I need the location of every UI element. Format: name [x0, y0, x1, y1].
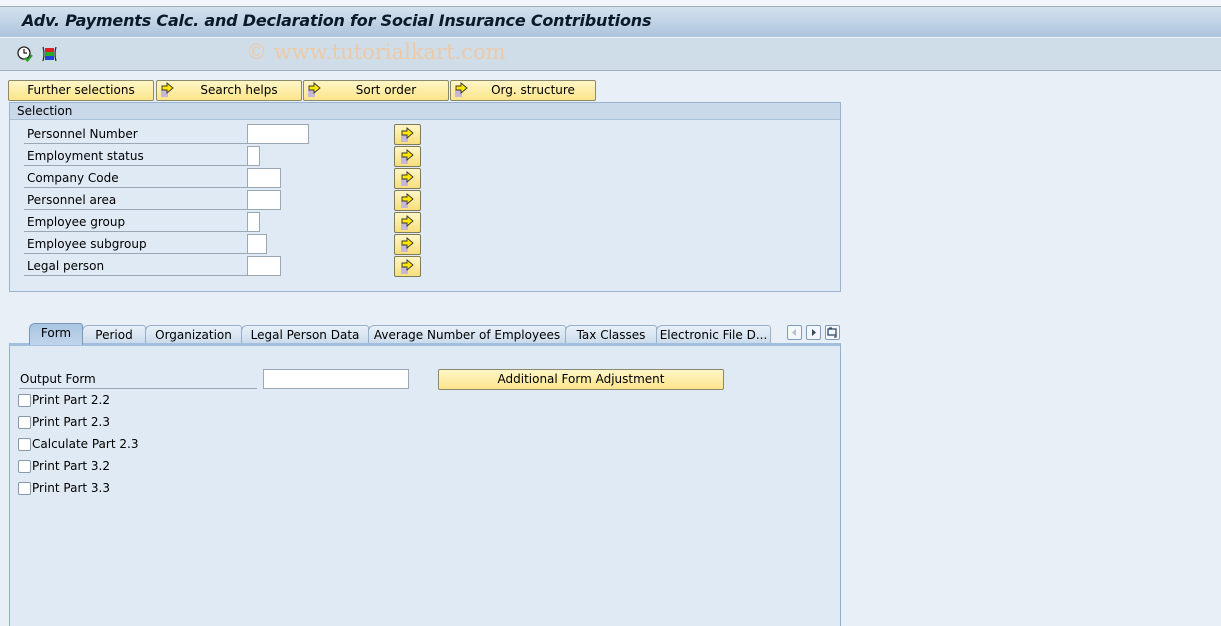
- watermark: © www.tutorialkart.com: [246, 40, 506, 64]
- employment-status-input[interactable]: [247, 146, 260, 166]
- multiple-selection-button[interactable]: [394, 256, 421, 277]
- arrow-right-icon: [161, 82, 175, 104]
- form-tab-panel: Output Form Additional Form Adjustment P…: [9, 343, 841, 626]
- personnel-number-input[interactable]: [247, 124, 309, 144]
- window-top-strip: [0, 0, 1221, 7]
- company-code-input[interactable]: [247, 168, 281, 188]
- employee-subgroup-input[interactable]: [247, 234, 267, 254]
- checkbox-label: Print Part 3.2: [32, 459, 111, 473]
- tab-legal-person-data[interactable]: Legal Person Data: [241, 325, 369, 345]
- field-row-personnel-area: Personnel area: [24, 190, 424, 211]
- multiple-selection-button[interactable]: [394, 212, 421, 233]
- arrow-right-icon: [308, 82, 322, 104]
- checkbox-box[interactable]: [18, 416, 31, 429]
- field-label: Employee group: [24, 212, 248, 232]
- further-selections-button[interactable]: Further selections: [8, 80, 154, 101]
- arrow-right-icon: [455, 82, 469, 104]
- checkbox-label: Print Part 2.2: [32, 393, 111, 407]
- tab-period[interactable]: Period: [82, 325, 146, 345]
- tab-tax-classes[interactable]: Tax Classes: [565, 325, 657, 345]
- checkbox-label: Print Part 2.3: [32, 415, 111, 429]
- multiple-selection-button[interactable]: [394, 234, 421, 255]
- field-row-employee-subgroup: Employee subgroup: [24, 234, 424, 255]
- tab-organization[interactable]: Organization: [145, 325, 242, 345]
- legal-person-input[interactable]: [247, 256, 281, 276]
- arrow-right-icon: [401, 149, 414, 164]
- multiple-selection-button[interactable]: [394, 146, 421, 167]
- button-label: Further selections: [27, 83, 135, 97]
- field-label: Company Code: [24, 168, 248, 188]
- scroll-right-icon[interactable]: [806, 325, 821, 340]
- arrow-right-icon: [401, 127, 414, 142]
- sort-order-button[interactable]: Sort order: [303, 80, 449, 101]
- print-part-2-2-checkbox[interactable]: Print Part 2.2: [18, 392, 218, 408]
- personnel-area-input[interactable]: [247, 190, 281, 210]
- title-bar: Adv. Payments Calc. and Declaration for …: [0, 7, 1221, 38]
- arrow-right-icon: [401, 215, 414, 230]
- field-row-personnel-number: Personnel Number: [24, 124, 424, 145]
- tab-list-icon[interactable]: [825, 325, 840, 340]
- search-helps-button[interactable]: Search helps: [156, 80, 302, 101]
- button-label: Additional Form Adjustment: [497, 372, 665, 386]
- field-label: Legal person: [24, 256, 248, 276]
- print-part-3-3-checkbox[interactable]: Print Part 3.3: [18, 480, 218, 496]
- checkbox-label: Calculate Part 2.3: [32, 437, 139, 451]
- tab-form[interactable]: Form: [29, 323, 83, 345]
- field-row-company-code: Company Code: [24, 168, 424, 189]
- multiple-selection-button[interactable]: [394, 124, 421, 145]
- button-label: Sort order: [355, 83, 417, 97]
- output-form-input[interactable]: [263, 369, 409, 389]
- selection-options-icon[interactable]: [41, 45, 59, 63]
- application-toolbar: © www.tutorialkart.com: [0, 38, 1221, 71]
- calculate-part-2-3-checkbox[interactable]: Calculate Part 2.3: [18, 436, 218, 452]
- selection-group: Selection Personnel Number Employment st…: [9, 102, 841, 292]
- print-part-3-2-checkbox[interactable]: Print Part 3.2: [18, 458, 218, 474]
- scroll-left-icon[interactable]: [787, 325, 802, 340]
- arrow-right-icon: [401, 259, 414, 274]
- button-label: Org. structure: [491, 83, 575, 97]
- execute-icon[interactable]: [16, 45, 34, 63]
- tab-average-number-of-employees[interactable]: Average Number of Employees: [368, 325, 566, 345]
- field-row-employee-group: Employee group: [24, 212, 424, 233]
- button-label: Search helps: [200, 83, 278, 97]
- employee-group-input[interactable]: [247, 212, 260, 232]
- arrow-right-icon: [401, 171, 414, 186]
- page-title: Adv. Payments Calc. and Declaration for …: [22, 11, 652, 30]
- checkbox-box[interactable]: [18, 394, 31, 407]
- checkbox-label: Print Part 3.3: [32, 481, 111, 495]
- print-part-2-3-checkbox[interactable]: Print Part 2.3: [18, 414, 218, 430]
- arrow-right-icon: [401, 193, 414, 208]
- additional-form-adjustment-button[interactable]: Additional Form Adjustment: [438, 369, 724, 390]
- field-label: Employee subgroup: [24, 234, 248, 254]
- output-form-row: Output Form Additional Form Adjustment: [19, 369, 739, 390]
- org-structure-button[interactable]: Org. structure: [450, 80, 596, 101]
- multiple-selection-button[interactable]: [394, 190, 421, 211]
- field-row-legal-person: Legal person: [24, 256, 424, 277]
- arrow-right-icon: [401, 237, 414, 252]
- field-label: Employment status: [24, 146, 248, 166]
- checkbox-box[interactable]: [18, 460, 31, 473]
- field-label: Personnel Number: [24, 124, 248, 144]
- field-label: Personnel area: [24, 190, 248, 210]
- selection-group-title: Selection: [10, 103, 840, 120]
- tab-electronic-file[interactable]: Electronic File D...: [656, 325, 771, 345]
- checkbox-box[interactable]: [18, 438, 31, 451]
- output-form-label: Output Form: [19, 369, 257, 389]
- tab-strip: Form Period Organization Legal Person Da…: [9, 323, 841, 345]
- checkbox-box[interactable]: [18, 482, 31, 495]
- field-row-employment-status: Employment status: [24, 146, 424, 167]
- multiple-selection-button[interactable]: [394, 168, 421, 189]
